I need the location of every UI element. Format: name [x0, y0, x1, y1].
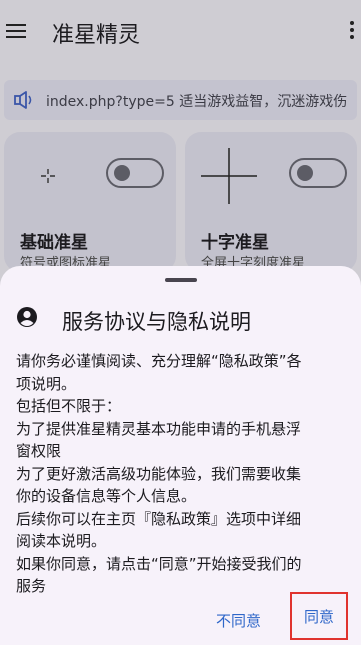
- drag-handle[interactable]: [165, 278, 197, 282]
- cross-crosshair-toggle[interactable]: [289, 158, 347, 188]
- more-options-icon[interactable]: [345, 18, 359, 44]
- menu-icon[interactable]: [6, 20, 28, 42]
- card-title: 十字准星: [201, 233, 269, 253]
- body-line: 如果你同意，请点击“同意”开始接受我们的: [16, 554, 302, 573]
- cross-crosshair-icon: [201, 148, 257, 204]
- body-line: 为了提供准星精灵基本功能申请的手机悬浮: [16, 419, 302, 438]
- app-bar: 准星精灵: [0, 0, 361, 64]
- body-line: 后续你可以在主页『隐私政策』选项中详细: [16, 509, 302, 528]
- page-title: 准星精灵: [52, 23, 141, 48]
- account-circle-icon: [17, 307, 37, 327]
- body-line: 项说明。: [16, 374, 77, 393]
- privacy-bottom-sheet: 服务协议与隐私说明 请你务必谨慎阅读、充分理解“隐私政策”各 项说明。 包括但不…: [0, 266, 361, 645]
- body-line: 窗权限: [16, 442, 62, 460]
- body-line: 为了更好激活高级功能体验，我们需要收集: [16, 464, 302, 483]
- basic-crosshair-card[interactable]: 基础准星 符号或图标准星: [4, 132, 176, 272]
- dialog-title: 服务协议与隐私说明: [62, 310, 251, 334]
- body-line: 包括但不限于：: [16, 397, 122, 415]
- card-title: 基础准星: [20, 233, 88, 253]
- notice-banner: index.php?type=5 适当游戏益智，沉迷游戏伤: [4, 80, 357, 120]
- body-line: 请你务必谨慎阅读、充分理解“隐私政策”各: [16, 352, 302, 370]
- body-line: 你的设备信息等个人信息。: [16, 487, 197, 505]
- decline-button[interactable]: 不同意: [216, 610, 261, 631]
- small-crosshair-icon: [41, 169, 55, 183]
- basic-crosshair-toggle[interactable]: [106, 158, 164, 188]
- body-line: 阅读本说明。: [16, 532, 107, 550]
- speaker-icon: [14, 91, 32, 109]
- dialog-body: 请你务必谨慎阅读、充分理解“隐私政策”各 项说明。 包括但不限于： 为了提供准星…: [16, 350, 346, 598]
- banner-text: index.php?type=5 适当游戏益智，沉迷游戏伤: [46, 94, 348, 110]
- cross-crosshair-card[interactable]: 十字准星 全屏十字刻度准星: [185, 132, 357, 272]
- agree-button[interactable]: 同意: [290, 592, 348, 640]
